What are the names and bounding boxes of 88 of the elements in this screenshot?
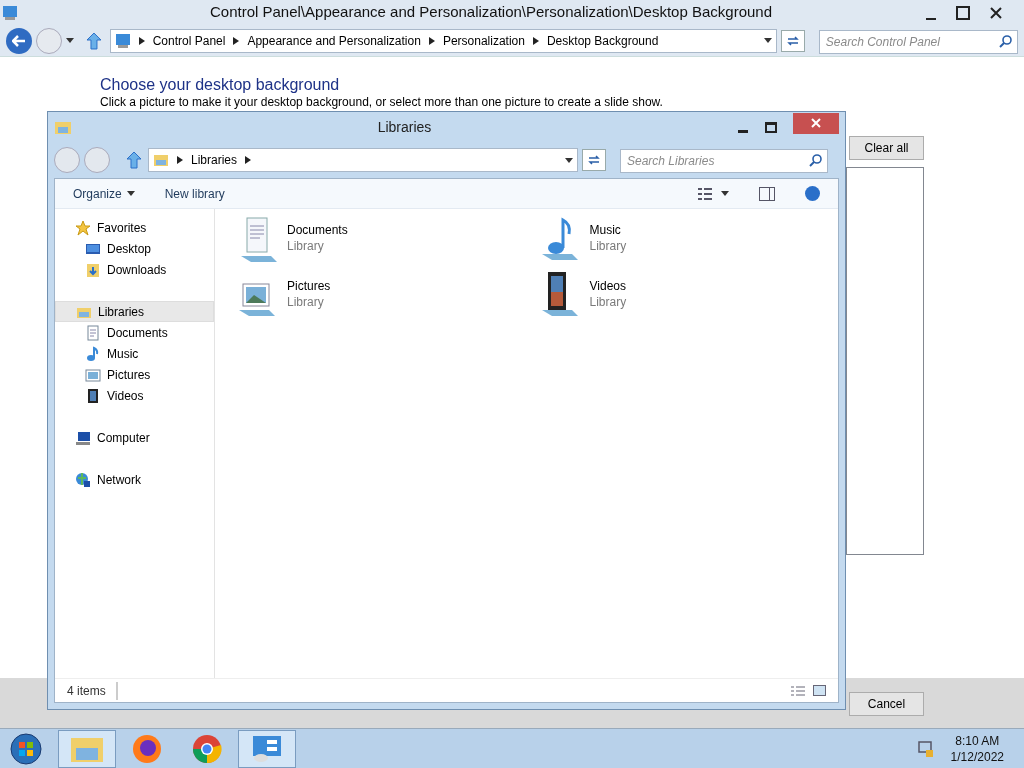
history-caret-icon [65,38,74,43]
back-button[interactable] [6,27,32,54]
preview-pane-button[interactable] [759,186,775,201]
view-options-button[interactable] [697,186,729,201]
search-icon [999,34,1012,48]
network-tray-icon [916,739,935,758]
breadcrumb-item[interactable]: Personalization [442,31,525,50]
fox-globe-icon [131,732,163,765]
caret-icon [721,191,729,196]
up-arrow-icon [85,31,102,50]
nav-item[interactable]: Favorites [55,217,214,238]
clock[interactable]: 8:10 AM 1/12/2022 [950,732,1018,765]
computer-icon [75,429,91,446]
up-arrow-icon [126,151,142,169]
search-icon [809,154,822,167]
close-button[interactable] [988,4,1004,21]
star-icon [75,219,91,236]
film-icon [85,387,101,404]
library-name: Pictures [287,278,331,294]
library-type: Library [589,238,627,254]
description-text: Click a picture to make it your desktop background, or select more than one picture to create a slide show. [100,96,664,108]
address-bar[interactable]: Libraries [148,148,578,172]
toolbar-button[interactable]: Organize [73,184,135,203]
nav-item[interactable]: Network [55,469,214,490]
dropdown-caret-icon [763,38,772,43]
picture-icon [85,366,101,383]
window-title: Libraries [376,117,433,137]
library-item[interactable]: Videos Library [535,269,838,319]
music-note-icon [85,345,101,362]
breadcrumb-item[interactable]: Desktop Background [546,31,659,50]
close-icon [990,6,1002,19]
library-item[interactable]: Music Library [535,213,838,263]
chevron-right-icon [532,36,539,45]
chevron-right-icon [138,36,145,45]
caret-icon [126,191,135,196]
page-heading: Choose your desktop background [100,75,341,95]
refresh-icon [587,154,601,166]
maximize-button[interactable] [765,121,777,133]
control-panel-icon [2,4,18,21]
control-panel-icon [251,733,283,764]
chevron-right-icon [428,36,435,45]
refresh-button[interactable] [780,29,805,52]
chevron-right-icon [177,156,183,164]
arrow-left-icon [11,34,26,47]
address-bar[interactable]: Control Panel Appearance and Personalization Personalization Desktop Background [109,28,777,53]
toolbar-button[interactable]: New library [164,184,225,203]
library-folder-icon [54,119,72,135]
library-name: Videos [589,278,627,294]
library-name: Documents [287,222,348,238]
nav-item[interactable]: Documents [55,322,214,343]
item-count: 4 items [67,681,118,700]
search-field[interactable]: Search Libraries [620,149,828,173]
control-panel-icon [114,32,131,49]
chevron-right-icon [245,156,252,164]
nav-item[interactable]: Libraries [55,301,214,322]
large-icons-view-button[interactable] [813,685,826,696]
clear-all-button[interactable]: Clear all [849,136,924,160]
close-icon [811,118,821,128]
library-type: Library [589,294,627,310]
refresh-icon [785,34,800,47]
refresh-button[interactable] [582,149,606,171]
library-item[interactable]: Pictures Library [233,269,536,319]
library-item[interactable]: Documents Library [233,213,536,263]
download-folder-icon [85,261,101,278]
library-name: Music [589,222,622,238]
nav-item[interactable]: Downloads [55,259,214,280]
nav-item[interactable]: Videos [55,385,214,406]
chevron-right-icon [233,36,240,45]
library-type: Library [287,294,325,310]
window-title: Control Panel\Appearance and Personalization\Personalization\Desktop Background [209,2,773,23]
cancel-button[interactable]: Cancel [849,692,924,716]
round-browser-icon [191,732,223,765]
nav-item[interactable]: Computer [55,427,214,448]
restore-button[interactable] [956,5,970,20]
taskbar-button[interactable] [238,729,296,768]
breadcrumb-item[interactable]: Control Panel [152,31,226,50]
dropdown-caret-icon [565,157,573,163]
help-button[interactable] [805,186,820,201]
breadcrumb-item[interactable]: Libraries [191,151,238,169]
globe-icon [75,471,91,488]
document-icon [85,324,101,341]
nav-item[interactable]: Pictures [55,364,214,385]
nav-item[interactable]: Music [55,343,214,364]
library-type: Library [287,238,325,254]
breadcrumb-item[interactable]: Appearance and Personalization [247,31,421,50]
library-folder-icon [153,153,169,167]
nav-item[interactable]: Desktop [55,238,214,259]
search-field[interactable]: Search Control Panel [818,29,1018,54]
